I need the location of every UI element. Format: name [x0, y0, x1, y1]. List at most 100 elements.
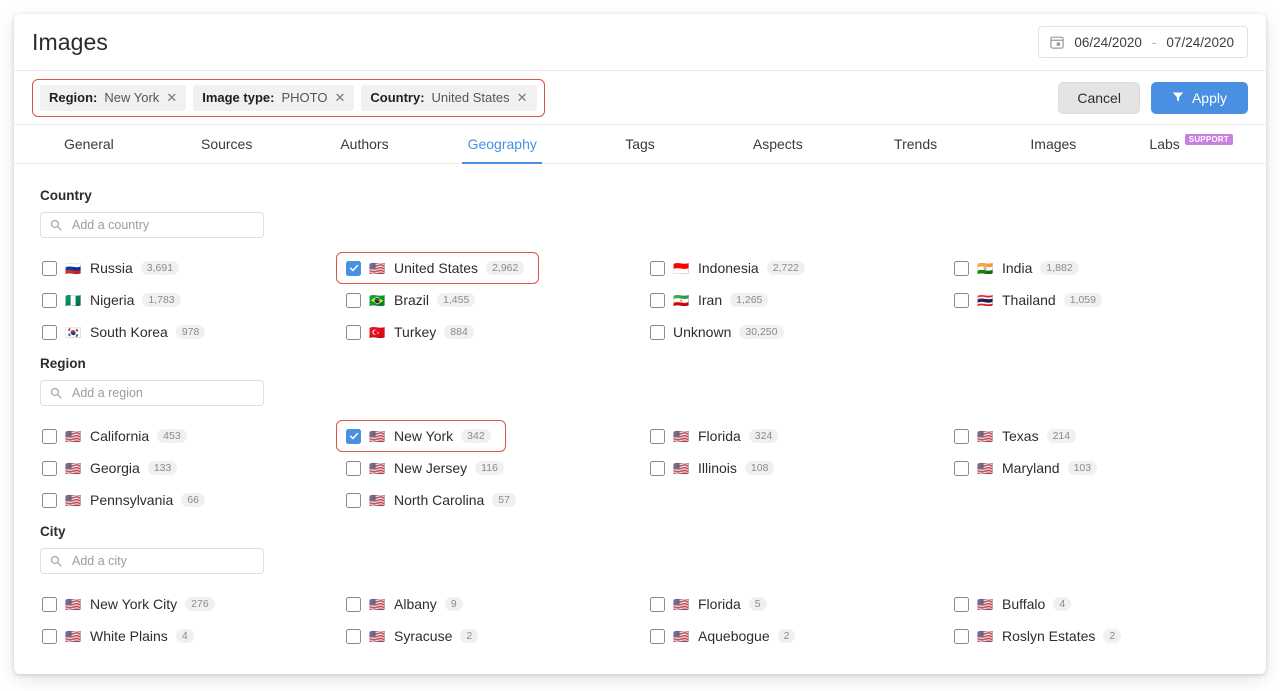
tab-label: Authors — [340, 136, 389, 152]
option-row[interactable]: 🇺🇸 New York City 276 — [32, 588, 225, 620]
option-row[interactable]: 🇳🇬 Nigeria 1,783 — [32, 284, 191, 316]
checkbox-unchecked[interactable] — [650, 596, 665, 612]
option-row[interactable]: 🇺🇸 Albany 9 — [336, 588, 473, 620]
checkbox-unchecked[interactable] — [42, 460, 57, 476]
region-search-input[interactable] — [70, 385, 254, 401]
filter-chip-key: Image type: — [202, 90, 275, 105]
checkbox-unchecked[interactable] — [954, 460, 969, 476]
tab-geography[interactable]: Geography — [433, 125, 571, 164]
checkbox-checked[interactable] — [346, 260, 361, 276]
filter-chip[interactable]: Image type: PHOTO ✕ — [193, 84, 355, 111]
option-row[interactable]: 🇰🇷 South Korea 978 — [32, 316, 215, 348]
flag-icon: 🇺🇸 — [977, 428, 994, 444]
option-row[interactable]: 🇺🇸 Texas 214 — [944, 420, 1086, 452]
checkbox-unchecked[interactable] — [650, 428, 665, 444]
country-search-box[interactable] — [40, 212, 264, 238]
checkbox-unchecked[interactable] — [346, 460, 361, 476]
option-row[interactable]: 🇺🇸 California 453 — [32, 420, 197, 452]
close-icon[interactable]: ✕ — [166, 91, 177, 104]
checkbox-unchecked[interactable] — [42, 628, 57, 644]
option-row[interactable]: 🇺🇸 Roslyn Estates 2 — [944, 620, 1131, 652]
checkbox-unchecked[interactable] — [42, 324, 57, 340]
checkbox-checked[interactable] — [346, 428, 361, 444]
option-row[interactable]: 🇺🇸 Pennsylvania 66 — [32, 484, 215, 516]
checkbox-unchecked[interactable] — [954, 596, 969, 612]
flag-icon: 🇺🇸 — [369, 260, 386, 276]
checkbox-unchecked[interactable] — [954, 628, 969, 644]
option-label: Turkey — [394, 324, 437, 340]
city-search-input[interactable] — [70, 553, 254, 569]
date-range-start: 06/24/2020 — [1074, 34, 1142, 50]
tab-images[interactable]: Images — [984, 125, 1122, 163]
flag-icon: 🇺🇸 — [369, 596, 386, 612]
flag-icon: 🇳🇬 — [65, 292, 82, 308]
option-row[interactable]: 🇺🇸 New York 342 — [336, 420, 506, 452]
checkbox-unchecked[interactable] — [650, 460, 665, 476]
tab-trends[interactable]: Trends — [847, 125, 985, 163]
checkbox-unchecked[interactable] — [954, 292, 969, 308]
option-row[interactable]: 🇺🇸 North Carolina 57 — [336, 484, 526, 516]
option-row[interactable]: 🇺🇸 United States 2,962 — [336, 252, 540, 284]
filter-chip[interactable]: Region: New York ✕ — [40, 84, 187, 111]
checkbox-unchecked[interactable] — [42, 492, 57, 508]
checkbox-unchecked[interactable] — [346, 596, 361, 612]
option-row[interactable]: 🇺🇸 Florida 5 — [640, 588, 777, 620]
option-row[interactable]: 🇧🇷 Brazil 1,455 — [336, 284, 485, 316]
date-range-picker[interactable]: 06/24/2020 - 07/24/2020 — [1038, 26, 1248, 58]
option-row[interactable]: 🇺🇸 Florida 324 — [640, 420, 788, 452]
close-icon[interactable]: ✕ — [517, 91, 528, 104]
checkbox-unchecked[interactable] — [42, 596, 57, 612]
option-row[interactable]: 🇺🇸 Georgia 133 — [32, 452, 187, 484]
checkbox-unchecked[interactable] — [346, 324, 361, 340]
tab-labs[interactable]: Labs SUPPORT — [1122, 125, 1260, 163]
checkbox-unchecked[interactable] — [954, 428, 969, 444]
tab-aspects[interactable]: Aspects — [709, 125, 847, 163]
checkbox-unchecked[interactable] — [346, 292, 361, 308]
section-city: City 🇺🇸 New York City 276 🇺🇸 White Plains 4 🇺🇸 A… — [32, 524, 1248, 652]
option-label: Florida — [698, 428, 741, 444]
option-row[interactable]: 🇺🇸 Aquebogue 2 — [640, 620, 805, 652]
option-count: 1,882 — [1040, 260, 1079, 276]
option-row[interactable]: 🇺🇸 White Plains 4 — [32, 620, 204, 652]
flag-icon: 🇺🇸 — [673, 460, 690, 476]
option-row[interactable]: 🇮🇩 Indonesia 2,722 — [640, 252, 815, 284]
close-icon[interactable]: ✕ — [334, 91, 345, 104]
option-row[interactable]: 🇹🇷 Turkey 884 — [336, 316, 484, 348]
option-row[interactable]: 🇮🇷 Iran 1,265 — [640, 284, 778, 316]
option-row[interactable]: 🇺🇸 New Jersey 116 — [336, 452, 514, 484]
country-search-input[interactable] — [70, 217, 254, 233]
option-row[interactable]: 🇺🇸 Syracuse 2 — [336, 620, 488, 652]
checkbox-unchecked[interactable] — [42, 428, 57, 444]
checkbox-unchecked[interactable] — [42, 260, 57, 276]
option-label: Buffalo — [1002, 596, 1046, 612]
tab-tags[interactable]: Tags — [571, 125, 709, 163]
flag-icon: 🇧🇷 — [369, 292, 386, 308]
flag-icon: 🇺🇸 — [65, 460, 82, 476]
checkbox-unchecked[interactable] — [650, 260, 665, 276]
checkbox-unchecked[interactable] — [650, 292, 665, 308]
checkbox-unchecked[interactable] — [650, 628, 665, 644]
region-search-box[interactable] — [40, 380, 264, 406]
checkbox-unchecked[interactable] — [346, 492, 361, 508]
city-search-box[interactable] — [40, 548, 264, 574]
tab-authors[interactable]: Authors — [296, 125, 434, 163]
checkbox-unchecked[interactable] — [42, 292, 57, 308]
option-row[interactable]: 🇮🇳 India 1,882 — [944, 252, 1089, 284]
flag-icon: 🇺🇸 — [977, 596, 994, 612]
option-row[interactable]: 🇺🇸 Buffalo 4 — [944, 588, 1081, 620]
checkbox-unchecked[interactable] — [650, 324, 665, 340]
option-row[interactable]: 🇺🇸 Maryland 103 — [944, 452, 1107, 484]
apply-button[interactable]: Apply — [1150, 81, 1248, 114]
tab-general[interactable]: General — [20, 125, 158, 163]
city-options-grid: 🇺🇸 New York City 276 🇺🇸 White Plains 4 🇺🇸 Alban… — [32, 588, 1248, 652]
checkbox-unchecked[interactable] — [346, 628, 361, 644]
option-row[interactable]: Unknown 30,250 — [640, 316, 794, 348]
cancel-button[interactable]: Cancel — [1058, 81, 1140, 114]
option-row[interactable]: 🇷🇺 Russia 3,691 — [32, 252, 189, 284]
checkbox-unchecked[interactable] — [954, 260, 969, 276]
filter-chip[interactable]: Country: United States ✕ — [361, 84, 537, 111]
option-label: Brazil — [394, 292, 430, 308]
option-row[interactable]: 🇺🇸 Illinois 108 — [640, 452, 784, 484]
option-row[interactable]: 🇹🇭 Thailand 1,059 — [944, 284, 1112, 316]
tab-sources[interactable]: Sources — [158, 125, 296, 163]
